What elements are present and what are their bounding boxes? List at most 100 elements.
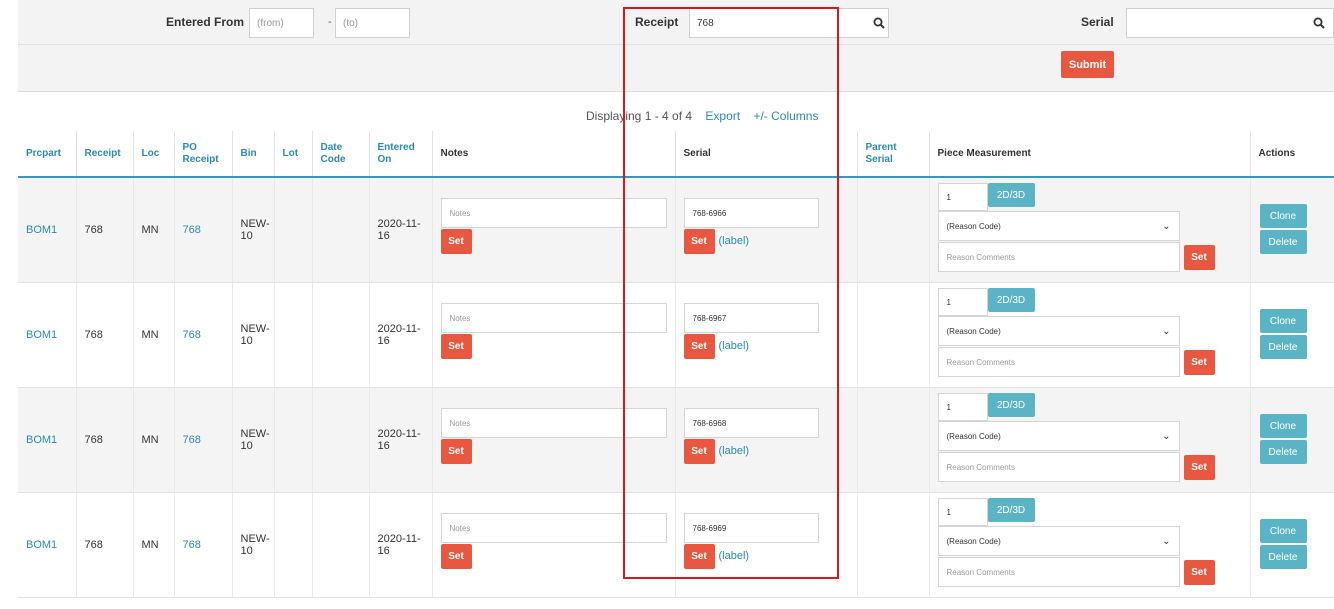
print-label-link[interactable]: (label) (719, 340, 750, 352)
col-bin[interactable]: Bin (232, 131, 275, 178)
receipt-search-input[interactable] (689, 8, 889, 38)
col-prcpart[interactable]: Prcpart (18, 131, 77, 178)
po-receipt-link[interactable]: 768 (183, 539, 201, 551)
loc-value: MN (141, 329, 159, 341)
clone-button[interactable]: Clone (1259, 204, 1307, 228)
prcpart-link[interactable]: BOM1 (26, 434, 57, 446)
receipt-search-icon[interactable] (869, 13, 889, 33)
po-receipt-link[interactable]: 768 (183, 329, 201, 341)
notes-set-button[interactable]: Set (440, 334, 472, 359)
dimension-2d3d-button[interactable]: 2D/3D (987, 498, 1035, 522)
col-date-code[interactable]: Date Code (312, 131, 370, 178)
entered-on-value: 2020-11-16 (377, 533, 421, 557)
table-row: BOM1 768 MN 768 NEW-10 2020-11-16 Set Se… (18, 282, 1334, 388)
bin-value: NEW-10 (240, 428, 270, 452)
print-label-link[interactable]: (label) (719, 445, 750, 457)
notes-input[interactable] (440, 513, 667, 543)
reason-comments-input[interactable] (937, 347, 1180, 377)
dimension-2d3d-button[interactable]: 2D/3D (987, 393, 1035, 417)
notes-set-button[interactable]: Set (440, 544, 472, 569)
clone-button[interactable]: Clone (1259, 414, 1307, 438)
bin-value: NEW-10 (240, 218, 270, 242)
receipt-label: Receipt (635, 15, 679, 29)
reason-code-select[interactable]: (Reason Code) ⌄ (937, 211, 1180, 241)
table-row: BOM1 768 MN 768 NEW-10 2020-11-16 Set Se… (18, 492, 1334, 598)
col-piece-measurement: Piece Measurement (929, 131, 1251, 178)
measurement-set-button[interactable]: Set (1183, 245, 1215, 270)
filter-divider (18, 44, 1334, 45)
loc-value: MN (141, 539, 159, 551)
entered-on-value: 2020-11-16 (377, 428, 421, 452)
po-receipt-link[interactable]: 768 (183, 434, 201, 446)
serial-search-icon[interactable] (1309, 13, 1329, 33)
prcpart-link[interactable]: BOM1 (26, 539, 57, 551)
serial-input[interactable] (683, 303, 819, 333)
entered-from-input[interactable] (249, 8, 314, 38)
measurement-quantity-input[interactable] (937, 288, 988, 316)
print-label-link[interactable]: (label) (719, 550, 750, 562)
col-loc[interactable]: Loc (133, 131, 175, 178)
reason-comments-input[interactable] (937, 242, 1180, 272)
serial-set-button[interactable]: Set (683, 544, 715, 569)
col-actions: Actions (1250, 131, 1334, 178)
entered-to-input[interactable] (335, 8, 410, 38)
measurement-set-button[interactable]: Set (1183, 350, 1215, 375)
notes-set-button[interactable]: Set (440, 439, 472, 464)
reason-code-select[interactable]: (Reason Code) ⌄ (937, 316, 1180, 346)
measurement-set-button[interactable]: Set (1183, 560, 1215, 585)
col-po-receipt[interactable]: PO Receipt (174, 131, 233, 178)
date-range-dash: - (328, 16, 332, 28)
po-receipt-link[interactable]: 768 (183, 224, 201, 236)
prcpart-link[interactable]: BOM1 (26, 224, 57, 236)
notes-input[interactable] (440, 198, 667, 228)
table-header-row: Prcpart Receipt Loc PO Receipt Bin Lot D… (18, 131, 1334, 178)
col-parent-serial[interactable]: Parent Serial (857, 131, 930, 178)
clone-button[interactable]: Clone (1259, 309, 1307, 333)
submit-button[interactable]: Submit (1061, 51, 1114, 78)
notes-input[interactable] (440, 303, 667, 333)
delete-button[interactable]: Delete (1259, 335, 1307, 359)
delete-button[interactable]: Delete (1259, 440, 1307, 464)
notes-input[interactable] (440, 408, 667, 438)
delete-button[interactable]: Delete (1259, 545, 1307, 569)
reason-code-value: (Reason Code) (946, 536, 1001, 546)
serial-input[interactable] (683, 513, 819, 543)
delete-button[interactable]: Delete (1259, 230, 1307, 254)
serial-search-input[interactable] (1126, 8, 1334, 38)
print-label-link[interactable]: (label) (719, 235, 750, 247)
serial-set-button[interactable]: Set (683, 334, 715, 359)
reason-comments-input[interactable] (937, 557, 1180, 587)
dimension-2d3d-button[interactable]: 2D/3D (987, 183, 1035, 207)
reason-code-select[interactable]: (Reason Code) ⌄ (937, 526, 1180, 556)
serial-input[interactable] (683, 198, 819, 228)
serial-label: Serial (1081, 15, 1114, 29)
chevron-down-icon: ⌄ (1162, 325, 1171, 337)
reason-comments-input[interactable] (937, 452, 1180, 482)
bin-value: NEW-10 (240, 533, 270, 557)
table-row: BOM1 768 MN 768 NEW-10 2020-11-16 Set Se… (18, 387, 1334, 493)
measurement-quantity-input[interactable] (937, 183, 988, 211)
measurement-set-button[interactable]: Set (1183, 455, 1215, 480)
clone-button[interactable]: Clone (1259, 519, 1307, 543)
reason-code-value: (Reason Code) (946, 221, 1001, 231)
col-entered-on[interactable]: Entered On (369, 131, 433, 178)
col-receipt[interactable]: Receipt (76, 131, 134, 178)
toggle-columns-link[interactable]: +/- Columns (753, 109, 818, 123)
serial-set-button[interactable]: Set (683, 439, 715, 464)
serial-set-button[interactable]: Set (683, 229, 715, 254)
col-serial: Serial (675, 131, 858, 178)
reason-code-select[interactable]: (Reason Code) ⌄ (937, 421, 1180, 451)
receipt-value: 768 (84, 224, 103, 236)
serial-input[interactable] (683, 408, 819, 438)
receipt-value: 768 (84, 434, 103, 446)
entered-on-value: 2020-11-16 (377, 218, 421, 242)
dimension-2d3d-button[interactable]: 2D/3D (987, 288, 1035, 312)
measurement-quantity-input[interactable] (937, 498, 988, 526)
export-link[interactable]: Export (705, 109, 740, 123)
col-lot[interactable]: Lot (274, 131, 313, 178)
measurement-quantity-input[interactable] (937, 393, 988, 421)
notes-set-button[interactable]: Set (440, 229, 472, 254)
bin-value: NEW-10 (240, 323, 270, 347)
entered-from-label: Entered From (166, 15, 245, 29)
prcpart-link[interactable]: BOM1 (26, 329, 57, 341)
